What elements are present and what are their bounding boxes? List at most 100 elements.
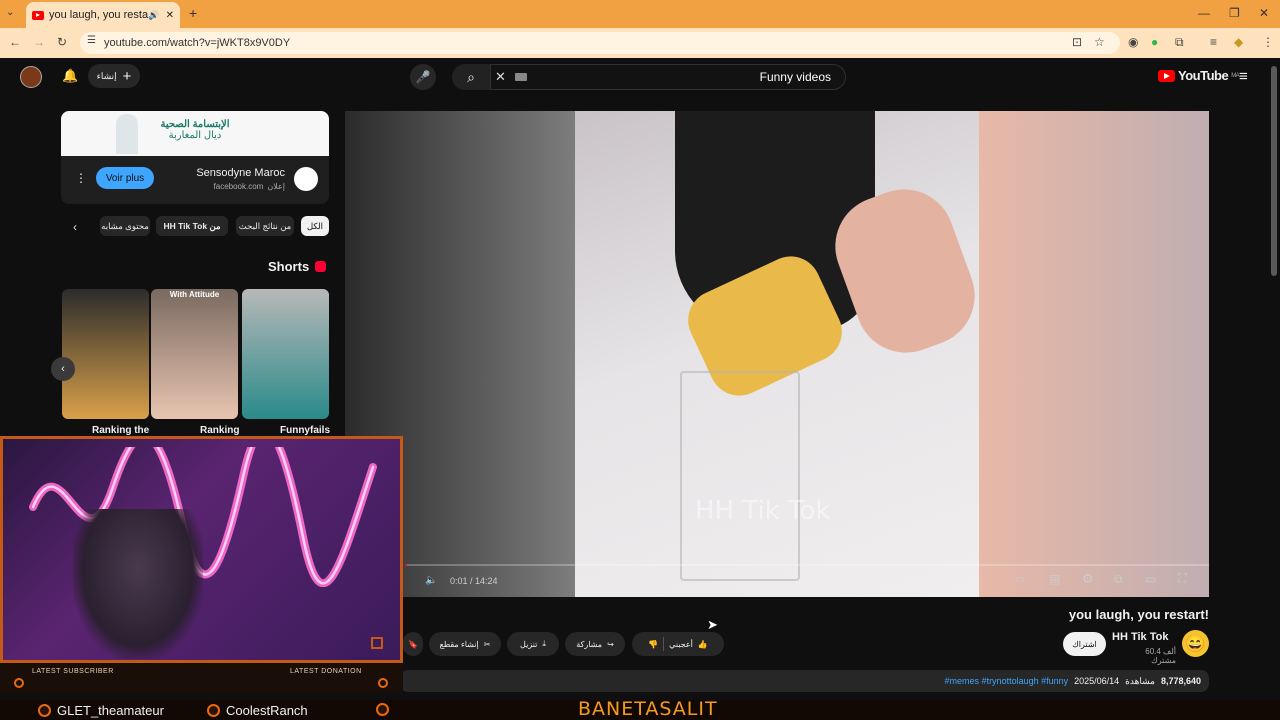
ad-model-image: [116, 114, 138, 154]
settings-gear-icon[interactable]: ⚙: [1082, 571, 1094, 587]
tab-audio-icon[interactable]: 🔊: [148, 10, 159, 21]
tab-title: you laugh, you restart! - Yo: [49, 9, 149, 21]
address-bar[interactable]: youtube.com/watch?v=jWKT8x9V0DY: [80, 32, 1120, 54]
bookmark-star-icon[interactable]: ☆: [1094, 35, 1105, 49]
subtitles-icon[interactable]: ▤: [1049, 572, 1060, 586]
minimize-icon[interactable]: —: [1198, 6, 1210, 20]
progress-bar[interactable]: [405, 564, 1209, 566]
extension-green-icon[interactable]: ●: [1151, 35, 1158, 49]
maximize-icon[interactable]: ❐: [1229, 6, 1240, 20]
short-title-1[interactable]: Ranking the: [92, 425, 149, 436]
search-value: Funny videos: [759, 70, 831, 84]
short-thumbnail-2[interactable]: With Attitude: [151, 289, 238, 419]
shorts-prev-icon[interactable]: ‹: [51, 357, 75, 381]
upload-date: 2025/06/14: [1074, 676, 1120, 686]
dislike-icon[interactable]: 👎: [648, 640, 658, 649]
video-frame: HH Tik Tok: [575, 111, 989, 597]
theater-mode-icon[interactable]: ▭: [1145, 572, 1156, 586]
search-button[interactable]: ⌕: [452, 64, 490, 90]
tab-search-icon[interactable]: ⌄: [6, 7, 14, 18]
short-2-overlay: With Attitude: [169, 290, 220, 299]
chip-from-search[interactable]: من نتائج البحث: [236, 216, 294, 236]
channel-name[interactable]: HH Tik Tok: [1112, 631, 1168, 643]
ad-advertiser: Sensodyne Maroc: [196, 167, 285, 179]
hashtags[interactable]: #memes #trynottolaugh #funny: [945, 676, 1069, 686]
latest-subscriber-label: LATEST SUBSCRIBER: [32, 668, 114, 675]
site-info-icon[interactable]: ☰: [87, 35, 96, 46]
like-divider: [663, 637, 665, 651]
video-watermark: HH Tik Tok: [695, 496, 831, 526]
install-app-icon[interactable]: ⊡: [1072, 35, 1082, 49]
ad-banner-image[interactable]: الإبتسامة الصحية ديال المغاربة: [61, 111, 329, 156]
volume-icon[interactable]: 🔈: [425, 575, 437, 586]
chips-prev-arrow-icon[interactable]: ‹: [73, 220, 77, 234]
guide-menu-icon[interactable]: ≡: [1239, 68, 1248, 85]
ad-sponsored-label: إعلان: [267, 182, 285, 191]
account-avatar[interactable]: [20, 66, 42, 88]
short-thumbnail-3[interactable]: [242, 289, 329, 419]
ad-domain: facebook.com: [213, 182, 264, 191]
reload-icon[interactable]: ↻: [57, 35, 67, 49]
advertiser-logo: [294, 167, 318, 191]
like-label[interactable]: أعجبني: [669, 640, 693, 649]
like-dislike-group: 👎 أعجبني 👍: [632, 632, 724, 656]
ticker-item-1: GLET_theamateur: [38, 703, 164, 718]
voice-search-icon[interactable]: 🎤: [410, 64, 436, 90]
video-player[interactable]: HH Tik Tok 🔈 0:01 / 14:24 ▭ ▤ ⚙ ⧉ ▭ ⛶: [345, 111, 1209, 597]
ad-card[interactable]: الإبتسامة الصحية ديال المغاربة ⋮ Voir pl…: [61, 111, 329, 204]
ad-more-options-icon[interactable]: ⋮: [75, 171, 87, 185]
back-icon[interactable]: ←: [9, 35, 21, 49]
latest-donation-label: LATEST DONATION: [290, 668, 362, 675]
subscriber-count: 60.4 ألف مشترك: [1145, 647, 1176, 665]
profile-avatar-icon[interactable]: ◆: [1234, 35, 1243, 49]
youtube-logo[interactable]: YouTube MA: [1158, 68, 1240, 83]
chip-similar-content[interactable]: محتوى مشابه: [100, 216, 150, 236]
stream-info-bar: LATEST SUBSCRIBER LATEST DONATION: [0, 663, 403, 693]
description-box[interactable]: #memes #trynottolaugh #funny 2025/06/14 …: [400, 670, 1209, 692]
like-icon[interactable]: 👍: [698, 640, 708, 649]
shorts-heading: Shorts: [268, 259, 327, 274]
short-title-3[interactable]: Funnyfails: [280, 425, 330, 436]
notifications-bell-icon[interactable]: 🔔: [62, 68, 78, 84]
forward-icon[interactable]: →: [33, 35, 45, 49]
download-icon: ⤓: [542, 639, 546, 648]
clip-button[interactable]: إنشاء مقطع ✂: [429, 632, 501, 656]
short-thumbnail-1[interactable]: [62, 289, 149, 419]
view-count: 8,778,640: [1160, 676, 1201, 686]
ticker-item-3: [376, 703, 389, 716]
close-icon[interactable]: ✕: [1259, 6, 1269, 20]
media-controls-icon[interactable]: ≡: [1210, 35, 1217, 49]
streamer-person: [73, 509, 203, 659]
chrome-menu-icon[interactable]: ⋮: [1262, 35, 1274, 49]
subscribe-button[interactable]: اشتراك: [1063, 632, 1106, 656]
keyboard-icon[interactable]: [515, 73, 527, 81]
clear-search-icon[interactable]: ✕: [495, 69, 506, 85]
youtube-logo-text: YouTube: [1178, 68, 1229, 83]
miniplayer-icon[interactable]: ⧉: [1114, 572, 1123, 587]
share-icon: ↪: [607, 639, 614, 649]
captions-icon[interactable]: ▭: [1015, 574, 1024, 585]
shorts-title: Shorts: [268, 259, 310, 274]
extensions-puzzle-icon[interactable]: ⧉: [1175, 35, 1184, 50]
download-button[interactable]: تنزيل ⤓: [507, 632, 559, 656]
channel-avatar[interactable]: 😄: [1182, 630, 1209, 657]
new-tab-icon[interactable]: +: [189, 5, 197, 21]
url-text: youtube.com/watch?v=jWKT8x9V0DY: [104, 37, 291, 49]
extension-cookie-icon[interactable]: ◉: [1128, 35, 1138, 49]
create-button[interactable]: إنشاء +: [88, 64, 140, 88]
fullscreen-icon[interactable]: ⛶: [1178, 571, 1186, 586]
youtube-play-icon: [1158, 69, 1175, 82]
chip-from-channel[interactable]: HH Tik Tok من: [156, 216, 228, 236]
save-button[interactable]: 🔖: [403, 632, 423, 656]
tab-close-icon[interactable]: ✕: [166, 10, 174, 21]
ticker-coin-icon: [207, 704, 220, 717]
browser-tab-active[interactable]: you laugh, you restart! - Yo 🔊 ✕: [26, 2, 180, 28]
ad-banner-line1: الإبتسامة الصحية: [160, 119, 230, 130]
page-scrollbar[interactable]: [1271, 66, 1277, 276]
search-input[interactable]: ✕ Funny videos: [490, 64, 846, 90]
ad-cta-button[interactable]: Voir plus: [96, 167, 154, 189]
share-button[interactable]: مشاركة ↪: [565, 632, 625, 656]
short-title-2[interactable]: Ranking: [200, 425, 239, 436]
chip-all[interactable]: الكل: [301, 216, 329, 236]
ticker-coin-icon: [376, 703, 389, 716]
